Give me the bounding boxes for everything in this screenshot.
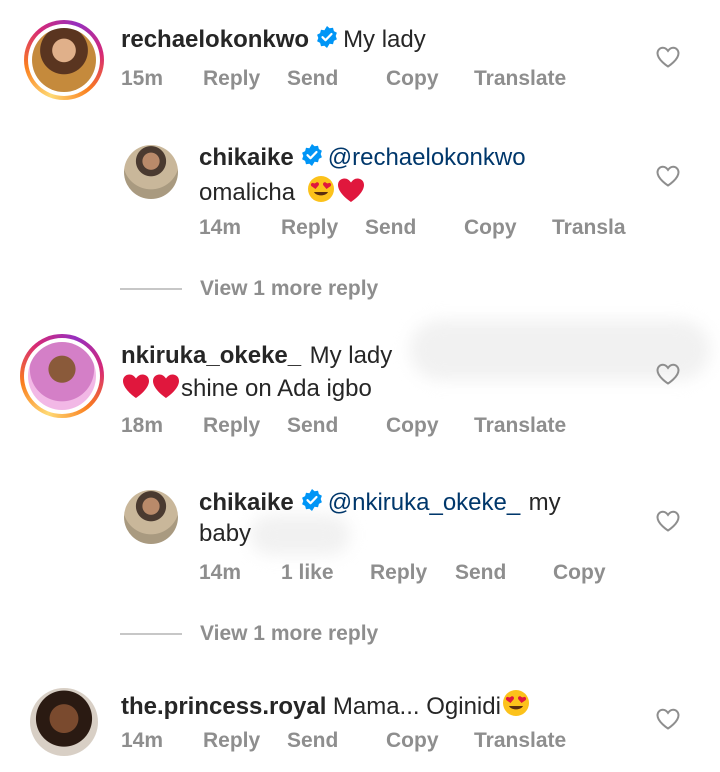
- translate-button[interactable]: Translate: [474, 67, 566, 91]
- verified-badge-icon: [301, 144, 322, 166]
- story-ring[interactable]: [20, 334, 104, 418]
- heart-emoji: [337, 178, 364, 202]
- send-button[interactable]: Send: [287, 729, 338, 753]
- verified-badge-icon: [301, 489, 322, 511]
- username[interactable]: the.princess.royal: [121, 693, 326, 720]
- reply-button[interactable]: Reply: [203, 67, 260, 91]
- copy-button[interactable]: Copy: [386, 414, 439, 438]
- reply-button[interactable]: Reply: [281, 216, 338, 240]
- verified-badge-icon: [317, 26, 337, 48]
- blur-overlay: [250, 515, 350, 555]
- view-more-label[interactable]: View 1 more reply: [200, 622, 378, 646]
- heart-outline-icon[interactable]: [655, 45, 681, 69]
- send-button[interactable]: Send: [365, 216, 416, 240]
- divider-line: [120, 288, 182, 290]
- heart-eyes-emoji: [307, 176, 334, 202]
- translate-button[interactable]: Translate: [474, 729, 566, 753]
- heart-outline-icon[interactable]: [655, 509, 681, 533]
- reply-button[interactable]: Reply: [203, 414, 260, 438]
- send-button[interactable]: Send: [287, 67, 338, 91]
- avatar[interactable]: [30, 688, 98, 756]
- reply-button[interactable]: Reply: [203, 729, 260, 753]
- mention-link[interactable]: @nkiruka_okeke_: [328, 489, 520, 516]
- comment-text-continued: shine on Ada igbo: [181, 375, 372, 402]
- like-count[interactable]: 1 like: [281, 561, 334, 585]
- comment-text-continued: baby: [199, 520, 252, 547]
- copy-button[interactable]: Copy: [386, 67, 439, 91]
- heart-eyes-emoji: [502, 690, 529, 716]
- mention-link[interactable]: @rechaelokonkwo: [328, 144, 526, 171]
- comment-time: 15m: [121, 67, 164, 90]
- view-more-replies[interactable]: View 1 more reply: [120, 277, 378, 301]
- heart-outline-icon[interactable]: [655, 164, 681, 188]
- view-more-label[interactable]: View 1 more reply: [200, 277, 378, 301]
- avatar[interactable]: [124, 490, 178, 544]
- heart-outline-icon[interactable]: [655, 362, 681, 386]
- reply-button[interactable]: Reply: [370, 561, 427, 585]
- comment-text: My lady: [343, 26, 426, 53]
- translate-button[interactable]: Transla: [552, 216, 626, 240]
- divider-line: [120, 633, 182, 635]
- username[interactable]: chikaike: [199, 144, 294, 171]
- comment-text: My lady: [309, 342, 393, 369]
- comment-text: Mama... Oginidi: [332, 693, 501, 720]
- comment-time: 14m: [199, 216, 242, 239]
- comment-text: my: [528, 489, 561, 516]
- avatar[interactable]: [28, 342, 96, 410]
- username[interactable]: nkiruka_okeke_: [121, 342, 301, 369]
- avatar[interactable]: [32, 28, 96, 92]
- heart-outline-icon[interactable]: [655, 707, 681, 731]
- heart-emoji: [123, 374, 149, 398]
- heart-emoji: [153, 374, 179, 398]
- send-button[interactable]: Send: [287, 414, 338, 438]
- copy-button[interactable]: Copy: [553, 561, 606, 585]
- view-more-replies[interactable]: View 1 more reply: [120, 622, 378, 646]
- avatar[interactable]: [124, 145, 178, 199]
- comment-text: omalicha: [199, 179, 296, 206]
- translate-button[interactable]: Translate: [474, 414, 566, 438]
- send-button[interactable]: Send: [455, 561, 506, 585]
- comment-time: 14m: [121, 729, 164, 752]
- comment-time: 14m: [199, 561, 242, 584]
- username[interactable]: chikaike: [199, 489, 294, 516]
- copy-button[interactable]: Copy: [386, 729, 439, 753]
- copy-button[interactable]: Copy: [464, 216, 517, 240]
- story-ring[interactable]: [24, 20, 104, 100]
- comment-time: 18m: [121, 414, 164, 437]
- username[interactable]: rechaelokonkwo: [121, 26, 309, 53]
